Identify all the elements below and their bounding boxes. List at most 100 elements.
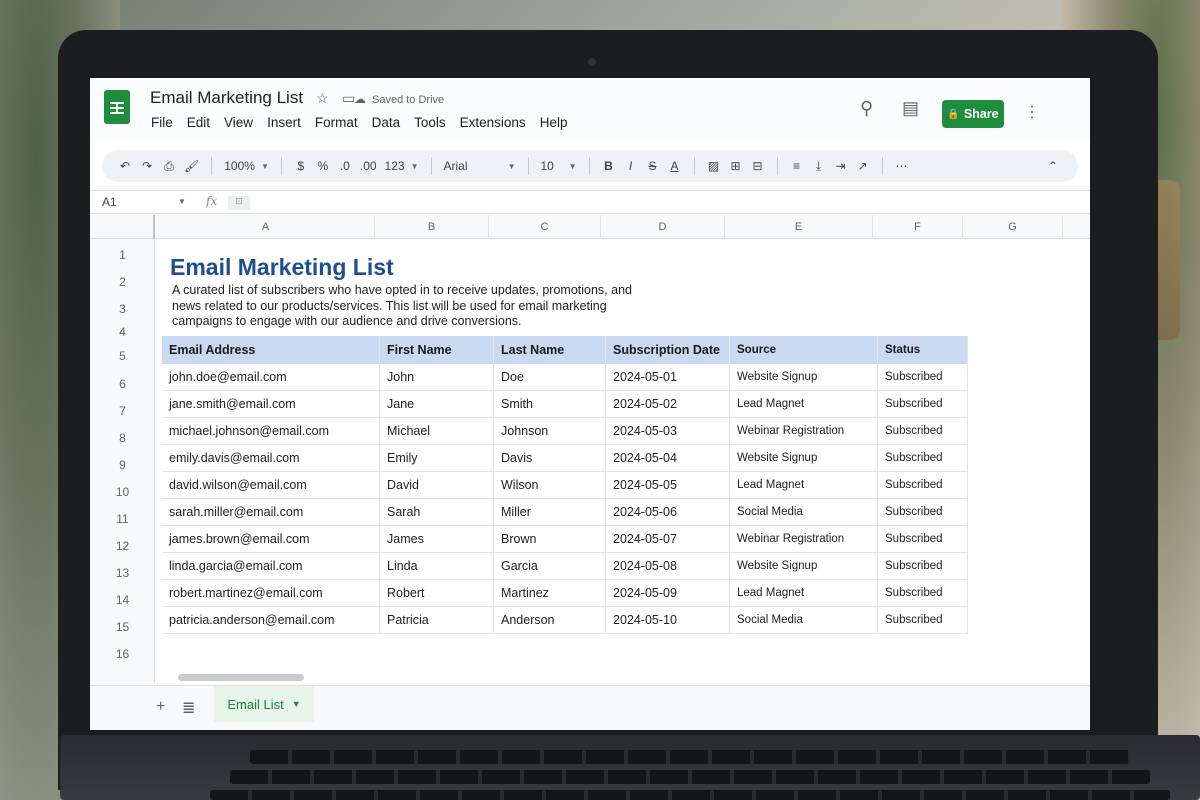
menu-data[interactable]: Data: [372, 115, 401, 130]
cell-source[interactable]: Lead Magnet: [730, 391, 878, 417]
cell-source[interactable]: Social Media: [730, 607, 878, 633]
sheet-tab-email-list[interactable]: Email List ▼: [214, 686, 314, 722]
menu-edit[interactable]: Edit: [187, 115, 210, 130]
cell-source[interactable]: Lead Magnet: [730, 472, 878, 498]
row-header[interactable]: 1: [90, 241, 155, 268]
star-icon[interactable]: ☆: [316, 90, 329, 107]
cell-first-name[interactable]: Patricia: [380, 607, 494, 633]
column-header-e[interactable]: E: [725, 215, 873, 239]
header-cell-source[interactable]: Source: [730, 336, 878, 364]
print-icon[interactable]: ⎙: [158, 154, 180, 178]
cell-email[interactable]: robert.martinez@email.com: [162, 580, 380, 606]
row-header[interactable]: 8: [90, 424, 155, 451]
cell-email[interactable]: michael.johnson@email.com: [162, 418, 380, 444]
cell-first-name[interactable]: James: [380, 526, 494, 552]
redo-icon[interactable]: ↷: [136, 154, 158, 178]
menu-view[interactable]: View: [224, 115, 253, 130]
decrease-decimal-button[interactable]: .0: [334, 154, 356, 178]
zoom-select[interactable]: 100% ▼: [220, 154, 273, 178]
cell-first-name[interactable]: Emily: [380, 445, 494, 471]
column-header-a[interactable]: A: [157, 215, 375, 239]
cell-first-name[interactable]: Jane: [380, 391, 494, 417]
cell-status[interactable]: Subscribed: [878, 445, 968, 471]
font-size-select[interactable]: 10 ▼: [537, 154, 581, 178]
menu-help[interactable]: Help: [540, 115, 568, 130]
bold-icon[interactable]: B: [598, 154, 620, 178]
row-header[interactable]: 6: [90, 370, 155, 397]
cell-source[interactable]: Lead Magnet: [730, 580, 878, 606]
cell-status[interactable]: Subscribed: [878, 553, 968, 579]
row-header[interactable]: 15: [90, 613, 155, 640]
menu-extensions[interactable]: Extensions: [460, 115, 526, 130]
cell-subscription-date[interactable]: 2024-05-05: [606, 472, 730, 498]
column-header-b[interactable]: B: [375, 215, 489, 239]
row-header[interactable]: 11: [90, 505, 155, 532]
spreadsheet-grid[interactable]: A B C D E F G 1 2 3 4 5 6 7 8 9 10 11 12…: [90, 215, 1090, 683]
font-select[interactable]: Arial ▼: [440, 154, 520, 178]
more-options-icon[interactable]: ⋮: [1024, 102, 1040, 122]
merge-cells-icon[interactable]: ⊟: [747, 154, 769, 178]
cell-last-name[interactable]: Doe: [494, 364, 606, 390]
menu-insert[interactable]: Insert: [267, 115, 301, 130]
borders-icon[interactable]: ⊞: [725, 154, 747, 178]
document-title[interactable]: Email Marketing List: [150, 88, 303, 108]
row-header[interactable]: 3: [90, 295, 155, 322]
menu-tools[interactable]: Tools: [414, 115, 446, 130]
name-box[interactable]: A1: [102, 195, 117, 209]
formula-input[interactable]: ⊡: [228, 196, 250, 210]
row-header[interactable]: 12: [90, 532, 155, 559]
comments-icon[interactable]: ▤: [902, 98, 919, 119]
text-color-icon[interactable]: A: [664, 154, 686, 178]
header-cell-subscription-date[interactable]: Subscription Date: [606, 336, 730, 364]
row-header[interactable]: 2: [90, 268, 155, 295]
cell-email[interactable]: david.wilson@email.com: [162, 472, 380, 498]
cell-email[interactable]: patricia.anderson@email.com: [162, 607, 380, 633]
cell-status[interactable]: Subscribed: [878, 607, 968, 633]
cell-last-name[interactable]: Martinez: [494, 580, 606, 606]
cell-first-name[interactable]: David: [380, 472, 494, 498]
cell-source[interactable]: Webinar Registration: [730, 526, 878, 552]
cell-first-name[interactable]: Robert: [380, 580, 494, 606]
cell-source[interactable]: Website Signup: [730, 445, 878, 471]
more-tools-button[interactable]: ⋯: [891, 154, 913, 178]
cell-subscription-date[interactable]: 2024-05-09: [606, 580, 730, 606]
text-wrapping-icon[interactable]: ⇥: [830, 154, 852, 178]
collapse-menu-icon[interactable]: ⌃: [1042, 154, 1064, 178]
cell-status[interactable]: Subscribed: [878, 472, 968, 498]
cell-status[interactable]: Subscribed: [878, 418, 968, 444]
cell-last-name[interactable]: Garcia: [494, 553, 606, 579]
cell-status[interactable]: Subscribed: [878, 499, 968, 525]
sheets-logo-icon[interactable]: [104, 90, 130, 124]
header-cell-first-name[interactable]: First Name: [380, 336, 494, 364]
cell-subscription-date[interactable]: 2024-05-06: [606, 499, 730, 525]
cell-email[interactable]: linda.garcia@email.com: [162, 553, 380, 579]
cell-first-name[interactable]: Sarah: [380, 499, 494, 525]
row-header[interactable]: 4: [90, 322, 155, 342]
column-header-c[interactable]: C: [489, 215, 601, 239]
row-header[interactable]: 7: [90, 397, 155, 424]
cell-last-name[interactable]: Wilson: [494, 472, 606, 498]
menu-file[interactable]: File: [151, 115, 173, 130]
cell-subscription-date[interactable]: 2024-05-01: [606, 364, 730, 390]
cell-first-name[interactable]: Linda: [380, 553, 494, 579]
cell-email[interactable]: jane.smith@email.com: [162, 391, 380, 417]
fill-color-icon[interactable]: ▨: [703, 154, 725, 178]
cell-subscription-date[interactable]: 2024-05-02: [606, 391, 730, 417]
row-header[interactable]: 14: [90, 586, 155, 613]
cell-email[interactable]: emily.davis@email.com: [162, 445, 380, 471]
select-all-corner[interactable]: [90, 215, 155, 239]
cell-subscription-date[interactable]: 2024-05-04: [606, 445, 730, 471]
header-cell-email[interactable]: Email Address: [162, 336, 380, 364]
vertical-align-icon[interactable]: ⤓: [808, 154, 830, 178]
cell-status[interactable]: Subscribed: [878, 364, 968, 390]
all-sheets-icon[interactable]: ≣: [182, 698, 195, 718]
cell-subscription-date[interactable]: 2024-05-03: [606, 418, 730, 444]
row-header[interactable]: 5: [90, 342, 155, 370]
cell-last-name[interactable]: Smith: [494, 391, 606, 417]
cell-subscription-date[interactable]: 2024-05-08: [606, 553, 730, 579]
cell-source[interactable]: Social Media: [730, 499, 878, 525]
row-header[interactable]: 16: [90, 640, 155, 667]
cell-status[interactable]: Subscribed: [878, 391, 968, 417]
number-format-select[interactable]: 123 ▼: [381, 154, 423, 178]
sheet-description[interactable]: A curated list of subscribers who have o…: [172, 283, 652, 330]
